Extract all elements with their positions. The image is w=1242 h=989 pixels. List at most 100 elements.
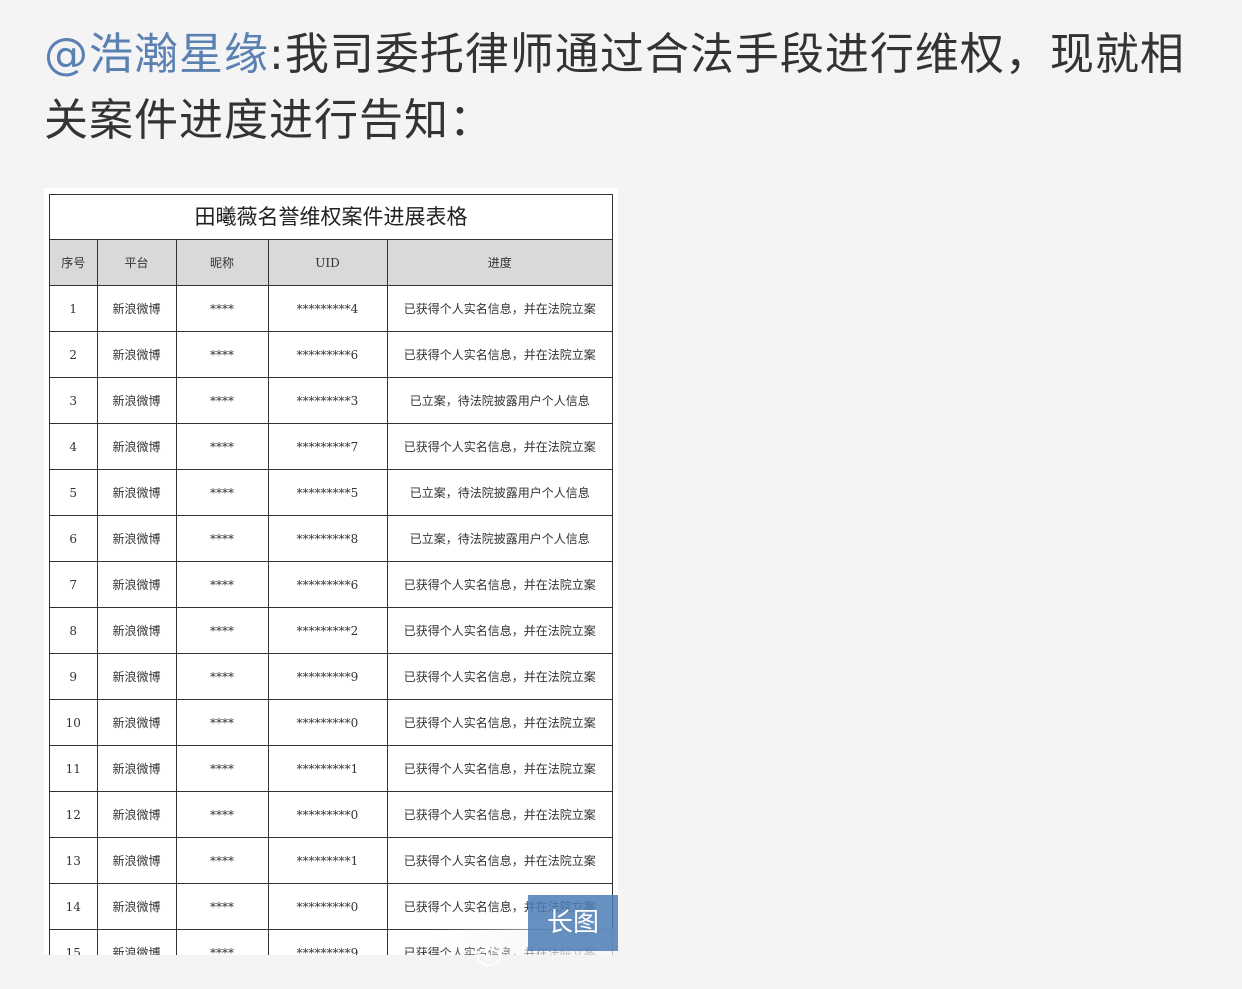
table-cell: *********3 bbox=[267, 377, 388, 424]
table-cell: 7 bbox=[50, 561, 98, 608]
table-cell: 已获得个人实名信息，并在法院立案 bbox=[386, 699, 612, 746]
table-cell: *********9 bbox=[267, 653, 388, 700]
table-cell: 新浪微博 bbox=[96, 745, 177, 792]
case-progress-sheet: 田曦薇名誉维权案件进展表格 序号 平台 昵称 UID 进度 1 新浪微博 **** *****… bbox=[49, 194, 613, 955]
table-row: 8 新浪微博 **** *********2 已获得个人实名信息，并在法院立案 bbox=[50, 607, 612, 654]
table-cell: 新浪微博 bbox=[96, 653, 177, 700]
table-cell: **** bbox=[175, 285, 269, 332]
table-cell: **** bbox=[175, 883, 269, 930]
table-cell: 14 bbox=[50, 883, 98, 930]
table-cell: 新浪微博 bbox=[96, 607, 177, 654]
table-row: 2 新浪微博 **** *********6 已获得个人实名信息，并在法院立案 bbox=[50, 331, 612, 378]
table-cell: **** bbox=[175, 837, 269, 884]
table-row: 13 新浪微博 **** *********1 已获得个人实名信息，并在法院立案 bbox=[50, 837, 612, 884]
table-cell: 已获得个人实名信息，并在法院立案 bbox=[386, 745, 612, 792]
table-cell: **** bbox=[175, 607, 269, 654]
table-cell: 已立案，待法院披露用户个人信息 bbox=[386, 515, 612, 562]
table-cell: **** bbox=[175, 515, 269, 562]
table-row: 12 新浪微博 **** *********0 已获得个人实名信息，并在法院立案 bbox=[50, 791, 612, 838]
sheet-title: 田曦薇名誉维权案件进展表格 bbox=[50, 195, 612, 240]
table-cell: 新浪微博 bbox=[96, 515, 177, 562]
table-cell: *********7 bbox=[267, 423, 388, 470]
table-cell: **** bbox=[175, 699, 269, 746]
table-cell: 10 bbox=[50, 699, 98, 746]
table-row: 5 新浪微博 **** *********5 已立案，待法院披露用户个人信息 bbox=[50, 469, 612, 516]
table-cell: **** bbox=[175, 929, 269, 955]
table-row: 9 新浪微博 **** *********9 已获得个人实名信息，并在法院立案 bbox=[50, 653, 612, 700]
table-cell: 已立案，待法院披露用户个人信息 bbox=[386, 469, 612, 516]
column-header: UID bbox=[267, 240, 388, 286]
table-cell: 已获得个人实名信息，并在法院立案 bbox=[386, 607, 612, 654]
table-row: 11 新浪微博 **** *********1 已获得个人实名信息，并在法院立案 bbox=[50, 745, 612, 792]
table-cell: 新浪微博 bbox=[96, 929, 177, 955]
table-cell: 新浪微博 bbox=[96, 377, 177, 424]
table-cell: 11 bbox=[50, 745, 98, 792]
table-cell: *********5 bbox=[267, 469, 388, 516]
table-cell: 新浪微博 bbox=[96, 561, 177, 608]
table-row: 1 新浪微博 **** *********4 已获得个人实名信息，并在法院立案 bbox=[50, 285, 612, 332]
mention-link[interactable]: @浩瀚星缘 bbox=[44, 29, 269, 80]
column-header: 进度 bbox=[386, 240, 612, 286]
table-row: 7 新浪微博 **** *********6 已获得个人实名信息，并在法院立案 bbox=[50, 561, 612, 608]
column-header: 平台 bbox=[96, 240, 177, 286]
table-row: 10 新浪微博 **** *********0 已获得个人实名信息，并在法院立案 bbox=[50, 699, 612, 746]
table-cell: 已获得个人实名信息，并在法院立案 bbox=[386, 791, 612, 838]
table-cell: **** bbox=[175, 653, 269, 700]
column-header: 昵称 bbox=[175, 240, 269, 286]
table-cell: 已获得个人实名信息，并在法院立案 bbox=[386, 285, 612, 332]
table-cell: 12 bbox=[50, 791, 98, 838]
table-cell: 新浪微博 bbox=[96, 285, 177, 332]
table-cell: *********0 bbox=[267, 699, 388, 746]
table-row: 4 新浪微博 **** *********7 已获得个人实名信息，并在法院立案 bbox=[50, 423, 612, 470]
table-cell: 已获得个人实名信息，并在法院立案 bbox=[386, 331, 612, 378]
table-row: 6 新浪微博 **** *********8 已立案，待法院披露用户个人信息 bbox=[50, 515, 612, 562]
table-cell: **** bbox=[175, 423, 269, 470]
table-cell: 新浪微博 bbox=[96, 837, 177, 884]
table-cell: 已获得个人实名信息，并在法院立案 bbox=[386, 653, 612, 700]
table-cell: 6 bbox=[50, 515, 98, 562]
table-cell: *********0 bbox=[267, 883, 388, 930]
table-cell: 新浪微博 bbox=[96, 331, 177, 378]
table-cell: *********6 bbox=[267, 561, 388, 608]
table-cell: 8 bbox=[50, 607, 98, 654]
table-body: 1 新浪微博 **** *********4 已获得个人实名信息，并在法院立案 2 新浪微博… bbox=[50, 285, 612, 955]
table-row: 3 新浪微博 **** *********3 已立案，待法院披露用户个人信息 bbox=[50, 377, 612, 424]
table-cell: *********8 bbox=[267, 515, 388, 562]
table-cell: 新浪微博 bbox=[96, 423, 177, 470]
table-cell: 已立案，待法院披露用户个人信息 bbox=[386, 377, 612, 424]
table-cell: 新浪微博 bbox=[96, 469, 177, 516]
table-cell: 已获得个人实名信息，并在法院立案 bbox=[386, 561, 612, 608]
table-cell: 已获得个人实名信息，并在法院立案 bbox=[386, 423, 612, 470]
post-image[interactable]: 田曦薇名誉维权案件进展表格 序号 平台 昵称 UID 进度 1 新浪微博 **** *****… bbox=[44, 188, 618, 955]
table-cell: **** bbox=[175, 745, 269, 792]
table-cell: 2 bbox=[50, 331, 98, 378]
table-cell: 3 bbox=[50, 377, 98, 424]
table-cell: **** bbox=[175, 331, 269, 378]
table-cell: *********1 bbox=[267, 745, 388, 792]
column-header: 序号 bbox=[50, 240, 98, 286]
table-cell: *********4 bbox=[267, 285, 388, 332]
table-cell: 新浪微博 bbox=[96, 883, 177, 930]
table-cell: **** bbox=[175, 561, 269, 608]
table-cell: 新浪微博 bbox=[96, 699, 177, 746]
table-cell: 1 bbox=[50, 285, 98, 332]
table-cell: *********2 bbox=[267, 607, 388, 654]
case-progress-table: 序号 平台 昵称 UID 进度 1 新浪微博 **** *********4 已获得个人实名信息… bbox=[50, 240, 612, 955]
table-cell: 已获得个人实名信息，并在法院立案 bbox=[386, 837, 612, 884]
long-image-badge[interactable]: 长图 bbox=[528, 895, 618, 951]
table-header-row: 序号 平台 昵称 UID 进度 bbox=[50, 240, 612, 286]
table-cell: 9 bbox=[50, 653, 98, 700]
table-cell: *********6 bbox=[267, 331, 388, 378]
table-cell: **** bbox=[175, 469, 269, 516]
table-cell: **** bbox=[175, 377, 269, 424]
table-cell: *********9 bbox=[267, 929, 388, 955]
table-cell: **** bbox=[175, 791, 269, 838]
table-cell: 5 bbox=[50, 469, 98, 516]
table-cell: 15 bbox=[50, 929, 98, 955]
table-cell: 13 bbox=[50, 837, 98, 884]
table-cell: *********0 bbox=[267, 791, 388, 838]
table-cell: *********1 bbox=[267, 837, 388, 884]
table-cell: 新浪微博 bbox=[96, 791, 177, 838]
table-cell: 4 bbox=[50, 423, 98, 470]
post-text: @浩瀚星缘:我司委托律师通过合法手段进行维权，现就相关案件进度进行告知： bbox=[44, 22, 1204, 154]
